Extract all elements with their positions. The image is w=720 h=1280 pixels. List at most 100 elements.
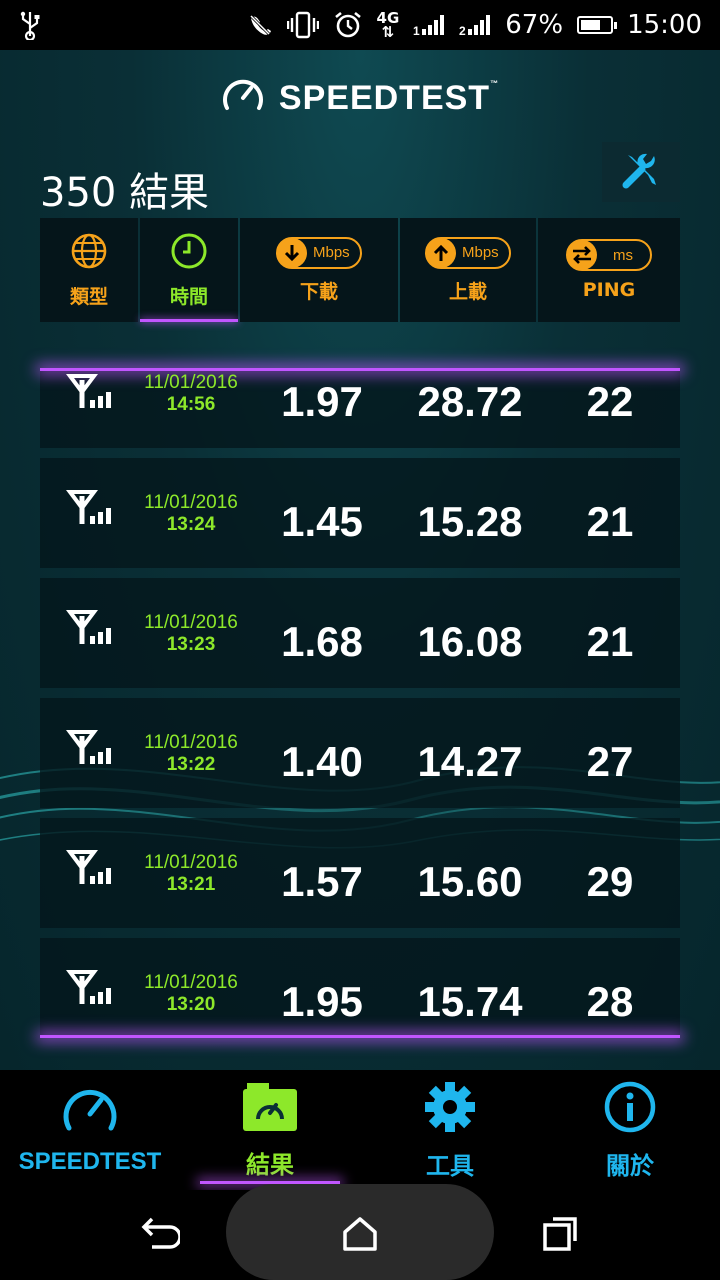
alarm-icon xyxy=(333,10,363,40)
results-list: 11/01/2016 14:56 1.97 28.72 22 11/01/201… xyxy=(40,368,680,1048)
upload-unit: Mbps xyxy=(462,244,499,261)
result-upload: 15.28 xyxy=(417,498,523,545)
column-time-label: 時間 xyxy=(169,285,208,308)
cellular-icon xyxy=(66,970,111,1004)
result-time: 13:23 xyxy=(166,634,216,655)
result-datetime: 11/01/2016 13:22 xyxy=(136,732,246,776)
cellular-icon xyxy=(66,374,111,408)
globe-icon xyxy=(70,232,108,274)
nav-about[interactable]: 關於 xyxy=(540,1070,720,1190)
result-datetime: 11/01/2016 14:56 xyxy=(136,372,246,416)
result-ping: 21 xyxy=(586,498,634,545)
nav-tools[interactable]: 工具 xyxy=(360,1070,540,1190)
gear-icon xyxy=(423,1080,477,1138)
result-ping: 22 xyxy=(586,378,634,425)
back-icon[interactable] xyxy=(136,1210,184,1258)
result-download: 1.95 xyxy=(281,978,363,1025)
brand-header: SPEEDTEST™ xyxy=(0,76,720,120)
result-time: 13:21 xyxy=(166,874,216,895)
brand-title: SPEEDTEST™ xyxy=(279,79,499,118)
vibrate-icon xyxy=(286,11,319,39)
column-type[interactable]: 類型 xyxy=(40,218,138,322)
upload-arrow-icon xyxy=(426,237,456,268)
speedometer-icon xyxy=(61,1084,119,1140)
result-date: 11/01/2016 xyxy=(144,852,238,873)
column-upload-label: 上載 xyxy=(448,280,487,303)
result-datetime: 11/01/2016 13:21 xyxy=(136,852,246,896)
result-row[interactable]: 11/01/2016 14:56 1.97 28.72 22 xyxy=(40,368,680,448)
nav-about-label: 關於 xyxy=(606,1152,654,1180)
battery-charging-icon xyxy=(577,16,618,34)
brand-name: SPEEDTEST xyxy=(278,78,491,117)
svg-text:2: 2 xyxy=(459,24,466,37)
column-upload[interactable]: Mbps 上載 xyxy=(400,218,536,322)
column-ping[interactable]: ms PING xyxy=(538,218,680,322)
cellular-icon xyxy=(66,850,111,884)
network-type: 4G xyxy=(376,9,400,27)
result-row[interactable]: 11/01/2016 13:21 1.57 15.60 29 xyxy=(40,818,680,928)
column-time[interactable]: 時間 xyxy=(140,218,238,322)
result-ping: 21 xyxy=(586,618,634,665)
battery-percent: 67% xyxy=(505,10,564,40)
result-ping: 27 xyxy=(586,738,634,785)
result-row[interactable]: 11/01/2016 13:20 1.95 15.74 28 xyxy=(40,938,680,1038)
home-icon[interactable] xyxy=(336,1210,384,1258)
nav-speedtest-label: SPEEDTEST xyxy=(18,1148,162,1175)
network-4g-icon: 4G ⇅ xyxy=(376,9,400,41)
download-arrow-icon xyxy=(277,237,307,268)
result-upload: 16.08 xyxy=(417,618,523,665)
nav-results-label: 結果 xyxy=(246,1151,294,1179)
result-datetime: 11/01/2016 13:20 xyxy=(136,972,246,1016)
cellular-icon xyxy=(66,490,111,524)
column-type-label: 類型 xyxy=(69,285,108,308)
cellular-icon xyxy=(66,610,111,644)
result-download: 1.40 xyxy=(281,738,363,785)
result-row[interactable]: 11/01/2016 13:23 1.68 16.08 21 xyxy=(40,578,680,688)
nav-speedtest[interactable]: SPEEDTEST xyxy=(0,1070,180,1190)
trademark: ™ xyxy=(490,78,500,88)
app-main: SPEEDTEST™ 350 結果 類型 時間 Mbps 下載 Mbps 上載 … xyxy=(0,50,720,1070)
ping-badge: ms xyxy=(566,239,652,271)
info-icon xyxy=(603,1080,657,1138)
nav-tools-label: 工具 xyxy=(426,1152,474,1180)
result-date: 11/01/2016 xyxy=(144,972,238,993)
recents-icon[interactable] xyxy=(536,1210,584,1258)
result-upload: 28.72 xyxy=(417,378,523,425)
tools-button[interactable] xyxy=(602,142,680,202)
result-upload: 15.60 xyxy=(417,858,523,905)
result-date: 11/01/2016 xyxy=(144,732,238,753)
usb-icon xyxy=(18,10,42,40)
nav-results[interactable]: 結果 xyxy=(180,1070,360,1190)
download-badge: Mbps xyxy=(276,236,362,269)
result-upload: 14.27 xyxy=(417,738,523,785)
status-bar: 4G ⇅ 1 2 67% 15:00 xyxy=(0,0,720,50)
column-download-label: 下載 xyxy=(299,280,338,303)
system-nav xyxy=(0,1184,720,1280)
ping-unit: ms xyxy=(613,246,633,264)
column-ping-label: PING xyxy=(582,279,636,301)
result-time: 14:56 xyxy=(166,394,216,415)
result-download: 1.97 xyxy=(281,378,363,425)
signal-1-icon: 1 xyxy=(413,13,445,37)
bottom-nav: SPEEDTEST 結果 工具 關於 xyxy=(0,1070,720,1190)
result-datetime: 11/01/2016 13:24 xyxy=(136,492,246,536)
column-download[interactable]: Mbps 下載 xyxy=(240,218,398,322)
clock-icon xyxy=(170,232,208,274)
result-download: 1.45 xyxy=(281,498,363,545)
result-upload: 15.74 xyxy=(417,978,523,1025)
result-time: 13:24 xyxy=(166,514,216,535)
upload-badge: Mbps xyxy=(425,236,511,269)
result-date: 11/01/2016 xyxy=(144,612,238,633)
clock: 15:00 xyxy=(627,10,702,40)
cellular-icon xyxy=(66,730,111,764)
result-ping: 29 xyxy=(586,858,634,905)
result-time: 13:22 xyxy=(166,754,216,775)
results-count-title: 350 結果 xyxy=(40,170,210,216)
result-row[interactable]: 11/01/2016 13:24 1.45 15.28 21 xyxy=(40,458,680,568)
results-folder-icon xyxy=(241,1081,299,1137)
svg-text:1: 1 xyxy=(413,24,420,37)
results-header: 類型 時間 Mbps 下載 Mbps 上載 ms PING xyxy=(40,218,680,322)
result-row[interactable]: 11/01/2016 13:22 1.40 14.27 27 xyxy=(40,698,680,808)
result-download: 1.68 xyxy=(281,618,363,665)
result-date: 11/01/2016 xyxy=(144,492,238,513)
